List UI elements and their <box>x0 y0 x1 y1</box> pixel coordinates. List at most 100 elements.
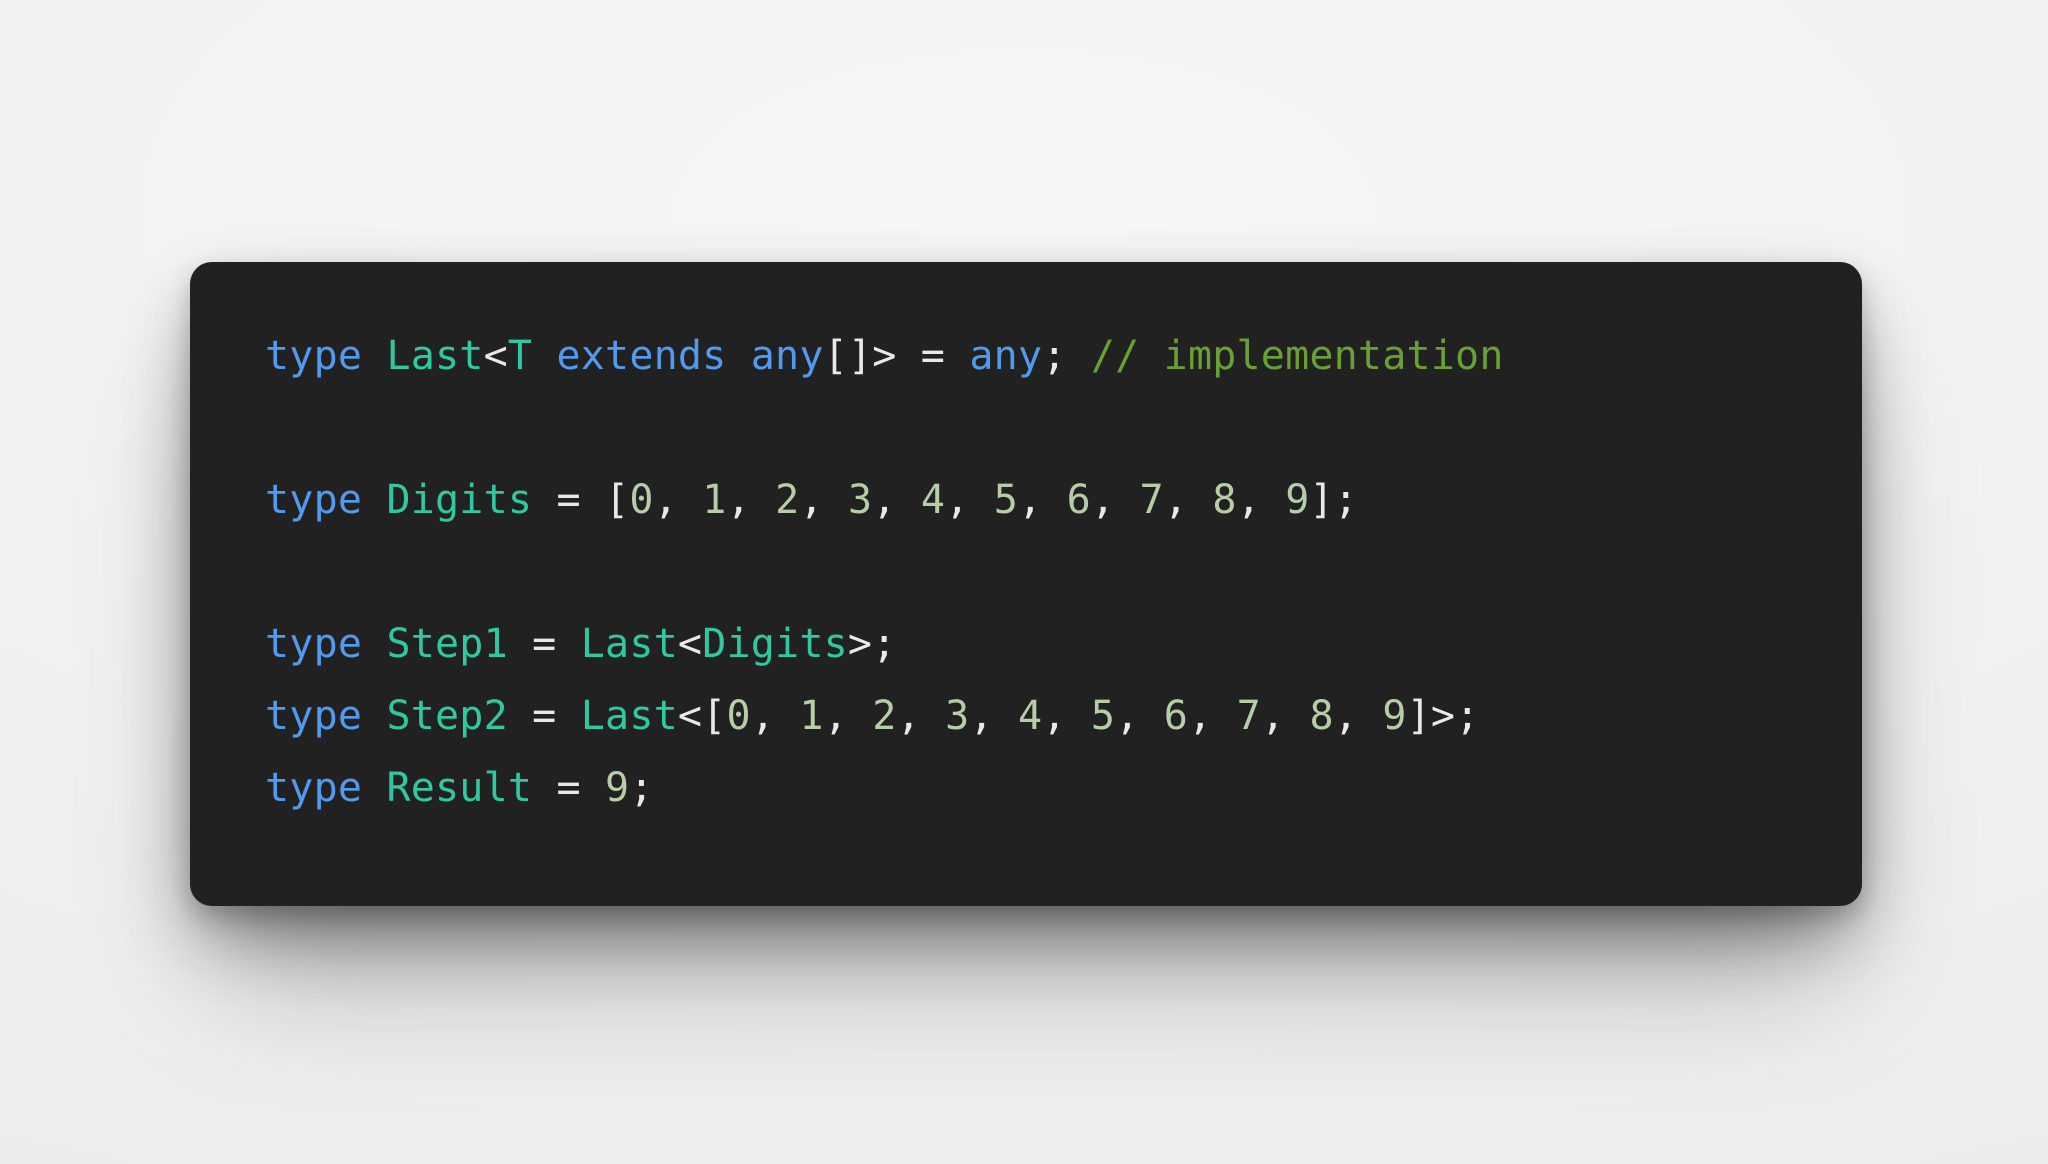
code-token-punct: , <box>1188 693 1237 739</box>
code-token-number: 9 <box>1285 477 1310 523</box>
code-token-punct: [] <box>823 333 873 379</box>
code-token-number: 0 <box>629 477 654 523</box>
code-token-punct: , <box>945 477 994 523</box>
code-token-punct: , <box>1042 693 1091 739</box>
code-line: type Step2 = Last<[0, 1, 2, 3, 4, 5, 6, … <box>265 680 1862 752</box>
code-card: type Last<T extends any[]> = any; // imp… <box>190 262 1862 906</box>
code-token-number: 1 <box>702 477 727 523</box>
code-token-keyword: extends <box>556 333 727 379</box>
code-line: type Digits = [0, 1, 2, 3, 4, 5, 6, 7, 8… <box>265 464 1862 536</box>
code-token-type: Digits <box>386 477 533 523</box>
code-token-number: 4 <box>920 477 946 523</box>
code-token-type: Last <box>580 621 678 667</box>
code-token-type: T <box>507 333 533 379</box>
code-token-keyword: type <box>265 693 363 739</box>
code-token-keyword: type <box>265 333 363 379</box>
code-token-number: 1 <box>799 693 824 739</box>
code-token-operator: = <box>920 333 946 379</box>
code-token-number: 0 <box>726 693 751 739</box>
code-line: type Last<T extends any[]> = any; // imp… <box>265 320 1862 392</box>
code-token-number: 4 <box>1017 693 1043 739</box>
code-token-punct: < <box>677 621 703 667</box>
code-token-keyword: type <box>265 621 363 667</box>
code-token-number: 6 <box>1066 477 1091 523</box>
code-token-punct: , <box>1333 693 1383 739</box>
code-token-keyword: type <box>265 477 363 523</box>
code-token-builtin: any <box>969 333 1043 379</box>
code-token-number: 7 <box>1236 693 1261 739</box>
code-token-number: 7 <box>1139 477 1164 523</box>
code-token-type: Step1 <box>386 621 508 667</box>
code-token-punct: , <box>896 693 946 739</box>
code-token-builtin: any <box>750 333 824 379</box>
code-token-punct: ]>; <box>1406 693 1480 739</box>
code-token-punct: , <box>1236 477 1286 523</box>
code-token-operator: = <box>532 693 557 739</box>
code-token-number: 2 <box>872 693 897 739</box>
code-token-punct: , <box>823 693 873 739</box>
code-token-punct: , <box>1260 693 1310 739</box>
code-token-type: Result <box>386 765 533 811</box>
code-line: type Step1 = Last<Digits>; <box>265 608 1862 680</box>
code-token-number: 3 <box>945 693 970 739</box>
code-token-operator: = <box>556 477 581 523</box>
code-token-punct: , <box>799 477 848 523</box>
code-token-punct: [ <box>605 477 630 523</box>
code-token-type: Last <box>580 693 678 739</box>
code-block[interactable]: type Last<T extends any[]> = any; // imp… <box>190 320 1862 824</box>
code-token-number: 5 <box>993 477 1018 523</box>
code-token-punct: , <box>872 477 921 523</box>
code-token-punct: , <box>1115 693 1164 739</box>
code-token-punct: ; <box>629 765 654 811</box>
code-token-punct: , <box>726 477 776 523</box>
code-token-punct: , <box>969 693 1018 739</box>
code-token-punct: ; <box>1042 333 1067 379</box>
code-token-number: 9 <box>605 765 630 811</box>
code-token-type: Step2 <box>386 693 508 739</box>
code-content: type Last<T extends any[]> = any; // imp… <box>265 320 1862 824</box>
code-token-comment: // implementation <box>1090 333 1504 379</box>
code-token-punct: , <box>750 693 800 739</box>
code-token-type: Last <box>386 333 484 379</box>
code-token-number: 2 <box>775 477 800 523</box>
code-token-punct: , <box>1090 477 1140 523</box>
code-token-punct: , <box>1018 477 1067 523</box>
code-token-punct: ]; <box>1309 477 1359 523</box>
code-token-punct: > <box>872 333 897 379</box>
code-token-punct: , <box>653 477 703 523</box>
code-token-punct: >; <box>847 621 897 667</box>
page-root: type Last<T extends any[]> = any; // imp… <box>0 0 2048 1164</box>
code-token-number: 8 <box>1309 693 1334 739</box>
code-token-punct: < <box>483 333 508 379</box>
code-token-number: 9 <box>1382 693 1407 739</box>
code-token-operator: = <box>532 621 557 667</box>
code-token-punct: <[ <box>677 693 727 739</box>
code-token-number: 6 <box>1163 693 1189 739</box>
code-token-number: 8 <box>1212 477 1237 523</box>
code-token-operator: = <box>556 765 581 811</box>
code-token-type: Digits <box>702 621 848 667</box>
code-token-number: 3 <box>847 477 873 523</box>
code-token-punct: , <box>1163 477 1213 523</box>
code-token-number: 5 <box>1090 693 1116 739</box>
code-token-keyword: type <box>265 765 363 811</box>
code-line: type Result = 9; <box>265 752 1862 824</box>
